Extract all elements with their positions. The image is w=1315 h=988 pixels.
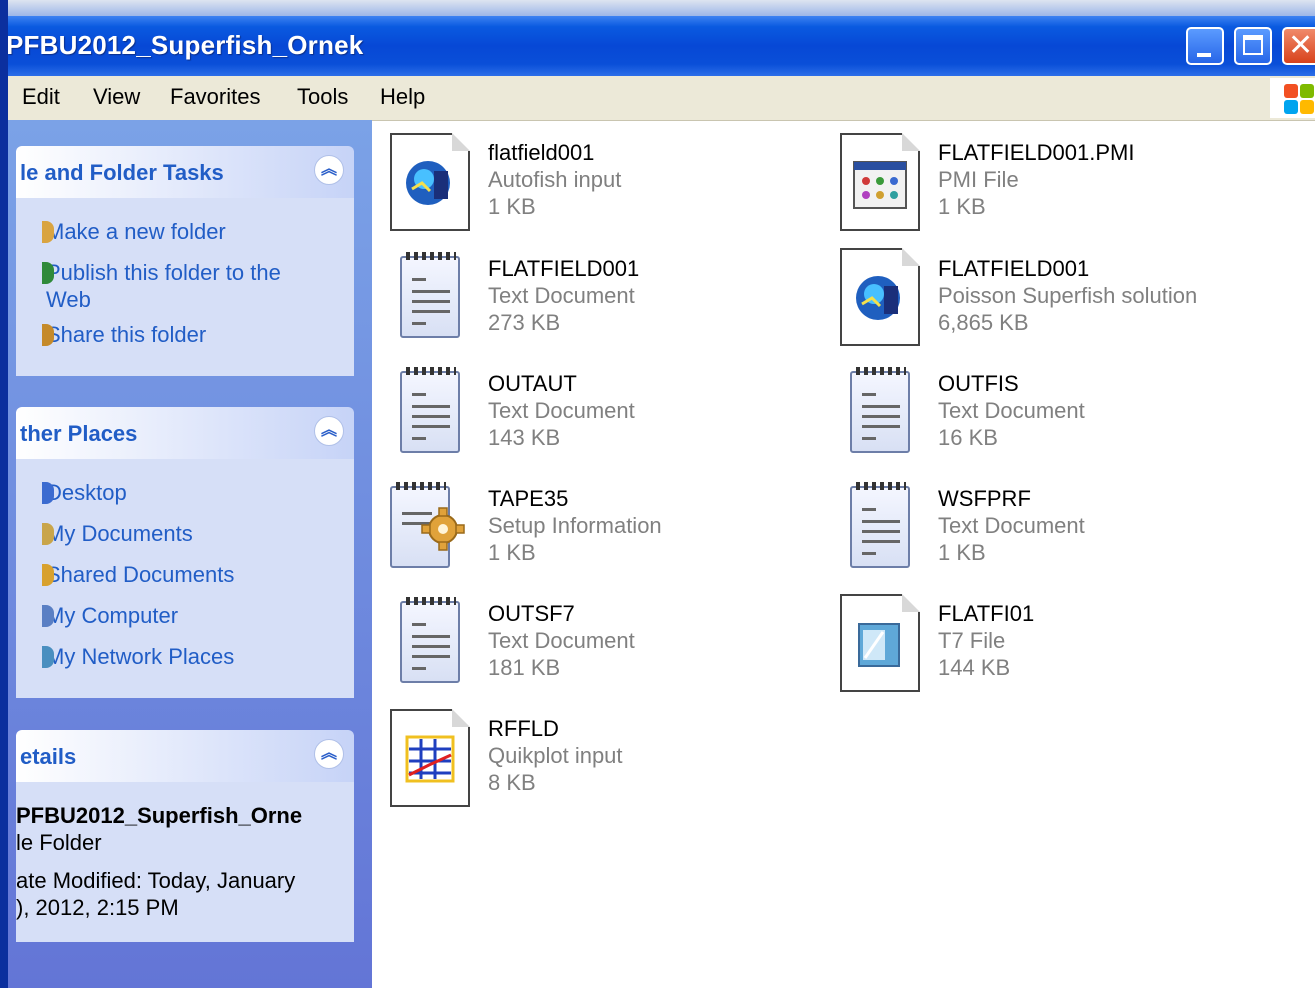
desktop-strip [0,0,1315,16]
details-header[interactable]: etails ︽ [16,730,354,782]
place-my-computer[interactable]: My Computer [42,602,178,629]
file-name: OUTFIS [938,371,1019,396]
file-type: Quikplot input [488,743,623,768]
file-name: RFFLD [488,716,559,741]
place-my-documents[interactable]: My Documents [42,520,193,547]
minimize-button[interactable] [1186,27,1224,65]
text-document-icon [400,252,460,338]
desktop-icon [42,482,54,504]
file-type: Setup Information [488,513,662,538]
file-type: Text Document [488,283,635,308]
new-folder-icon [42,221,54,243]
t7-icon [840,594,920,692]
menu-favorites[interactable]: Favorites [170,84,260,110]
maximize-button[interactable] [1234,27,1272,65]
file-type: Poisson Superfish solution [938,283,1198,308]
menu-bar: Edit View Favorites Tools Help [8,76,1315,121]
file-size: 1 KB [938,194,986,219]
publish-folder-link[interactable]: Publish this folder to the [42,259,281,286]
file-size: 143 KB [488,425,561,450]
file-name: FLATFI01 [938,601,1035,626]
menu-edit[interactable]: Edit [22,84,60,110]
collapse-chevron-icon[interactable]: ︽ [314,416,344,446]
file-size: 8 KB [488,770,536,795]
file-type: T7 File [938,628,1006,653]
other-places-header[interactable]: ther Places ︽ [16,407,354,459]
file-size: 181 KB [488,655,561,680]
file-name: flatfield001 [488,140,595,165]
documents-folder-icon [42,523,54,545]
minimize-icon [1197,53,1211,57]
file-size: 1 KB [488,540,536,565]
menu-view[interactable]: View [93,84,140,110]
file-name: OUTSF7 [488,601,575,626]
menu-help[interactable]: Help [380,84,425,110]
place-my-network-places[interactable]: My Network Places [42,643,234,670]
autofish-icon [390,133,470,231]
details-modified-line2: ), 2012, 2:15 PM [16,895,179,920]
text-document-icon [400,367,460,453]
details-folder-type: le Folder [16,830,102,855]
file-size: 273 KB [488,310,561,335]
details-modified-line1: ate Modified: Today, January [16,868,296,893]
setup-icon [390,482,465,568]
file-name: FLATFIELD001.PMI [938,140,1135,165]
window-left-border [0,0,8,988]
file-type: Text Document [938,398,1085,423]
menu-tools[interactable]: Tools [297,84,348,110]
file-tasks-title: le and Folder Tasks [20,160,224,185]
close-icon: ✕ [1288,28,1314,63]
file-type: Autofish input [488,167,622,192]
file-name: TAPE35 [488,486,569,511]
make-new-folder-link[interactable]: Make a new folder [42,218,226,245]
collapse-chevron-icon[interactable]: ︽ [314,739,344,769]
computer-icon [42,605,54,627]
publish-folder-link-web[interactable]: Web [46,286,91,313]
file-type: PMI File [938,167,1019,192]
maximize-icon [1243,35,1263,55]
file-name: FLATFIELD001 [488,256,640,281]
file-tasks-header[interactable]: le and Folder Tasks ︽ [16,146,354,198]
file-size: 144 KB [938,655,1011,680]
text-document-icon [400,597,460,683]
file-type: Text Document [488,398,635,423]
text-document-icon [850,367,910,453]
file-size: 1 KB [938,540,986,565]
place-shared-documents[interactable]: Shared Documents [42,561,234,588]
file-name: FLATFIELD001 [938,256,1090,281]
close-button[interactable]: ✕ [1282,27,1315,65]
file-type: Text Document [488,628,635,653]
network-icon [42,646,54,668]
globe-icon [42,262,54,284]
details-body: PFBU2012_Superfish_Orne le Folder ate Mo… [16,782,354,942]
details-title: etails [20,744,77,769]
share-icon [42,324,54,346]
task-pane: le and Folder Tasks ︽ Make a new folder … [8,120,372,988]
details-folder-name: PFBU2012_Superfish_Orne [16,803,303,828]
collapse-chevron-icon[interactable]: ︽ [314,155,344,185]
file-name: WSFPRF [938,486,1031,511]
file-size: 16 KB [938,425,998,450]
file-size: 6,865 KB [938,310,1029,335]
pmi-icon [840,133,920,231]
window-title: PFBU2012_Superfish_Ornek [6,30,364,60]
file-type: Text Document [938,513,1085,538]
quikplot-icon [390,709,470,807]
file-name: OUTAUT [488,371,577,396]
file-size: 1 KB [488,194,536,219]
text-document-icon [850,482,910,568]
superfish-icon [840,248,920,346]
share-folder-link[interactable]: Share this folder [42,321,206,348]
windows-logo-icon [1270,78,1315,118]
other-places-title: ther Places [20,421,138,446]
file-tasks-body: Make a new folder Publish this folder to… [16,198,354,376]
place-desktop[interactable]: Desktop [42,479,127,506]
other-places-body: Desktop My Documents Shared Documents My… [16,459,354,698]
shared-folder-icon [42,564,54,586]
